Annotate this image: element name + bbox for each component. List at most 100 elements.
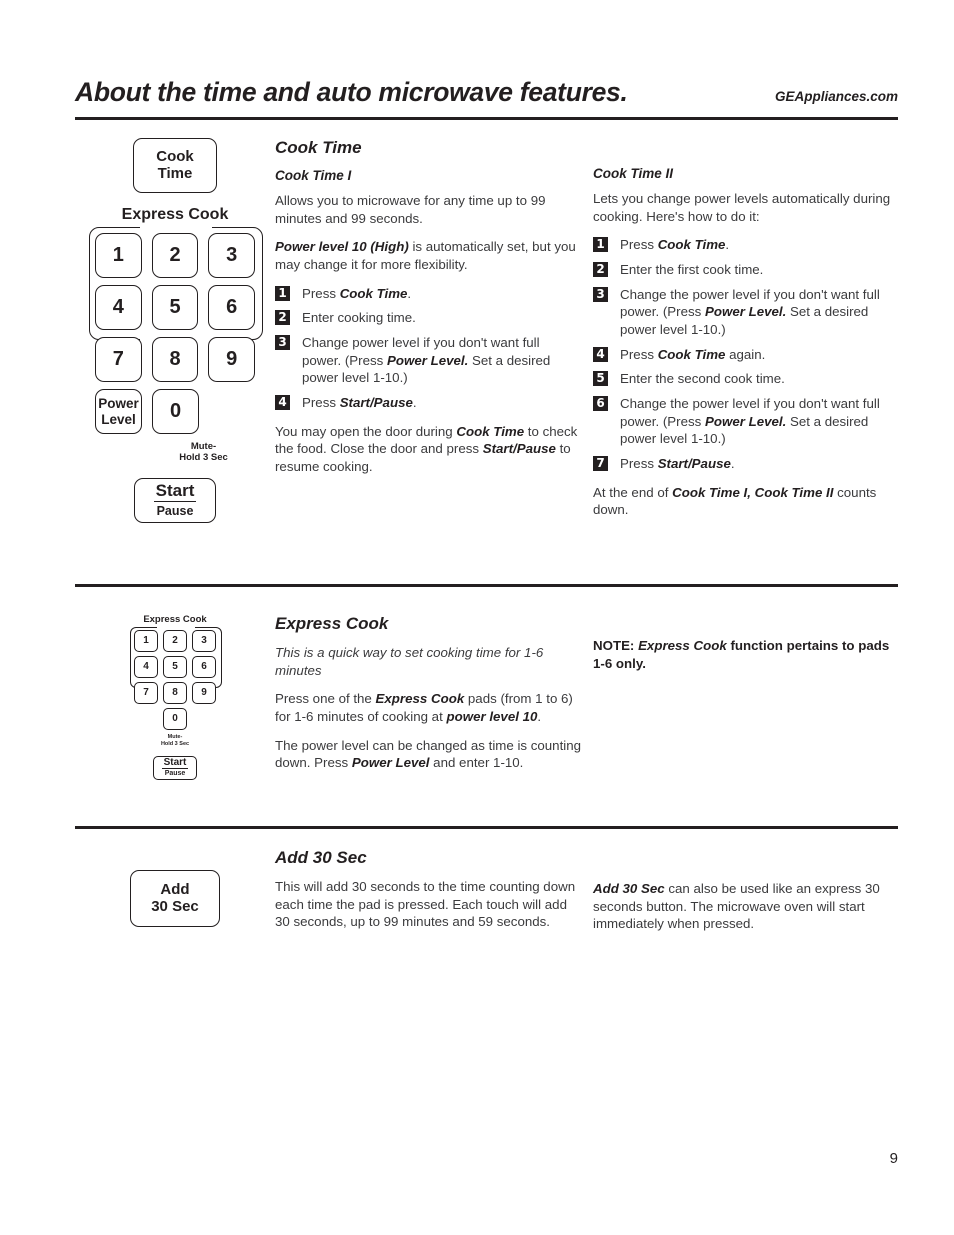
- cook-time-i-power-note: Power level 10 (High) is automatically s…: [275, 238, 581, 273]
- step-bold: Power Level.: [704, 413, 787, 429]
- note-bold-express-cook: Express Cook: [638, 638, 727, 653]
- keypad-key-4[interactable]: 4: [134, 656, 158, 678]
- note-label: NOTE:: [593, 638, 639, 653]
- step-marker: 2: [593, 262, 608, 278]
- keypad-key-2[interactable]: 2: [151, 233, 199, 278]
- keypad-key-2[interactable]: 2: [163, 630, 187, 652]
- keypad-key-4[interactable]: 4: [95, 285, 142, 330]
- page-header: About the time and auto microwave featur…: [75, 77, 898, 121]
- step-item: 4 Press Start/Pause.: [275, 394, 581, 412]
- step-pre: Press: [620, 237, 658, 253]
- keypad-key-9[interactable]: 9: [192, 682, 216, 704]
- closing-bold-cook-time: Cook Time: [456, 423, 525, 439]
- step-item: 6 Change the power level if you don't wan…: [593, 395, 898, 448]
- step-marker: 3: [593, 286, 608, 302]
- start-pause-key[interactable]: Start Pause: [134, 477, 216, 523]
- keypad-key-3[interactable]: 3: [208, 233, 256, 278]
- p3-post: and enter 1-10.: [429, 755, 524, 771]
- cook-time-column-right: Cook Time II Lets you change power level…: [593, 138, 898, 530]
- keypad-key-1[interactable]: 1: [95, 233, 142, 278]
- keypad-key-0[interactable]: 0: [152, 389, 199, 434]
- start-key-label: Start: [161, 756, 189, 770]
- express-cook-art-label: Express Cook: [121, 206, 229, 223]
- cook-time-key[interactable]: Cook Time: [133, 138, 217, 193]
- section-title-add-30-sec: Add 30 Sec: [275, 848, 367, 867]
- express-cook-paragraph-3: The power level can be changed as time i…: [275, 737, 581, 772]
- keypad-key-8[interactable]: 8: [163, 682, 187, 704]
- mute-note-line1: Mute-: [190, 441, 217, 452]
- keypad-key-7[interactable]: 7: [95, 337, 142, 382]
- keypad-row-3: 7 8 9: [95, 337, 256, 382]
- keypad-key-6[interactable]: 6: [208, 285, 256, 330]
- p2-post: .: [537, 709, 542, 725]
- add-30-sec-column-left: Add 30 Sec This will add 30 seconds to t…: [275, 848, 593, 942]
- start-pause-key[interactable]: Start Pause: [153, 755, 197, 780]
- ge-appliances-url: GEAppliances.com: [774, 89, 898, 105]
- step-pre: Press: [620, 456, 658, 472]
- closing-bold: Cook Time I, Cook Time II: [672, 484, 834, 500]
- cook-time-i-intro: Allows you to microwave for any time up …: [275, 193, 546, 226]
- section-title-express-cook: Express Cook: [275, 614, 389, 633]
- step-post: .: [725, 237, 730, 253]
- step-marker: 1: [275, 285, 290, 301]
- section-title-cook-time: Cook Time: [275, 138, 362, 157]
- power-level-key-line2: Level: [101, 411, 136, 427]
- cook-time-ii-closing: At the end of Cook Time I, Cook Time II …: [593, 484, 898, 519]
- step-pre: Enter the first cook time.: [620, 262, 764, 278]
- step-bold: Cook Time: [657, 237, 726, 253]
- p2-bold-power-level-10: power level 10: [446, 709, 538, 725]
- subtitle-cook-time-i: Cook Time I: [275, 168, 352, 183]
- keypad-key-6[interactable]: 6: [192, 656, 216, 678]
- step-bold: Cook Time: [339, 285, 408, 301]
- keypad-row-2: 4 5 6: [95, 285, 256, 330]
- add-30-sec-key[interactable]: Add 30 Sec: [130, 870, 220, 927]
- note-bold-add-30-sec: Add 30 Sec: [593, 881, 665, 896]
- step-item: 2 Enter the first cook time.: [593, 261, 898, 279]
- step-post: .: [412, 395, 417, 411]
- keypad-key-5[interactable]: 5: [151, 285, 199, 330]
- express-cook-column-left: Express Cook This is a quick way to set …: [275, 614, 593, 783]
- step-item: 4 Press Cook Time again.: [593, 346, 898, 364]
- cook-time-ii-intro: Lets you change power levels automatical…: [593, 191, 891, 224]
- cook-time-i-steps: 1 Press Cook Time. 2 Enter cooking time. 3…: [275, 285, 581, 412]
- step-bold: Power Level.: [386, 352, 469, 368]
- start-key-label: Start: [153, 481, 197, 503]
- section-divider-2: [75, 826, 898, 829]
- keypad-key-0[interactable]: 0: [163, 708, 187, 730]
- add-30-sec-key-diagram: Add 30 Sec: [75, 848, 275, 927]
- page-number: 9: [889, 1150, 898, 1167]
- mute-note-line2: Hold 3 Sec: [179, 452, 228, 464]
- keypad-key-1[interactable]: 1: [134, 630, 158, 652]
- closing-pre: At the end of: [593, 484, 673, 500]
- header-divider: [75, 117, 898, 121]
- add-30-sec-column-right: Add 30 Sec can also be used like an expr…: [593, 848, 898, 944]
- section-add-30-sec: Add 30 Sec Add 30 Sec This will add 30 s…: [75, 848, 898, 944]
- step-post: .: [730, 456, 735, 472]
- pause-key-label: Pause: [156, 504, 194, 519]
- step-marker: 4: [275, 395, 290, 411]
- keypad-key-3[interactable]: 3: [192, 630, 216, 652]
- p3-bold-power-level: Power Level: [351, 755, 430, 771]
- cook-time-i-closing: You may open the door during Cook Time t…: [275, 423, 581, 476]
- step-bold: Start/Pause: [657, 456, 731, 472]
- express-cook-paragraph-2: Press one of the Express Cook pads (from…: [275, 690, 581, 725]
- keypad-key-7[interactable]: 7: [134, 682, 158, 704]
- keypad-key-5[interactable]: 5: [163, 656, 187, 678]
- keypad-key-9[interactable]: 9: [208, 337, 256, 382]
- keypad-key-8[interactable]: 8: [151, 337, 199, 382]
- power-level-key[interactable]: Power Level: [95, 389, 142, 434]
- step-pre: Press: [302, 395, 340, 411]
- add-30-sec-body: This will add 30 seconds to the time cou…: [275, 879, 576, 930]
- pause-key-label: Pause: [164, 770, 186, 778]
- step-marker: 3: [275, 335, 290, 351]
- step-pre: Press: [302, 285, 340, 301]
- section-cook-time: Cook Time Express Cook 1 2 3 4 5 6 7 8 9…: [75, 138, 898, 530]
- express-cook-note: NOTE: Express Cook function pertains to …: [593, 637, 898, 672]
- cook-time-keypad-diagram: Cook Time Express Cook 1 2 3 4 5 6 7 8 9…: [75, 138, 275, 523]
- step-item: 1 Press Cook Time.: [593, 236, 898, 254]
- page-title: About the time and auto microwave featur…: [75, 77, 628, 107]
- step-item: 1 Press Cook Time.: [275, 285, 581, 303]
- keypad-row-1: 1 2 3: [95, 233, 256, 278]
- step-marker: 1: [593, 237, 608, 253]
- cook-time-key-line1: Cook: [156, 147, 194, 165]
